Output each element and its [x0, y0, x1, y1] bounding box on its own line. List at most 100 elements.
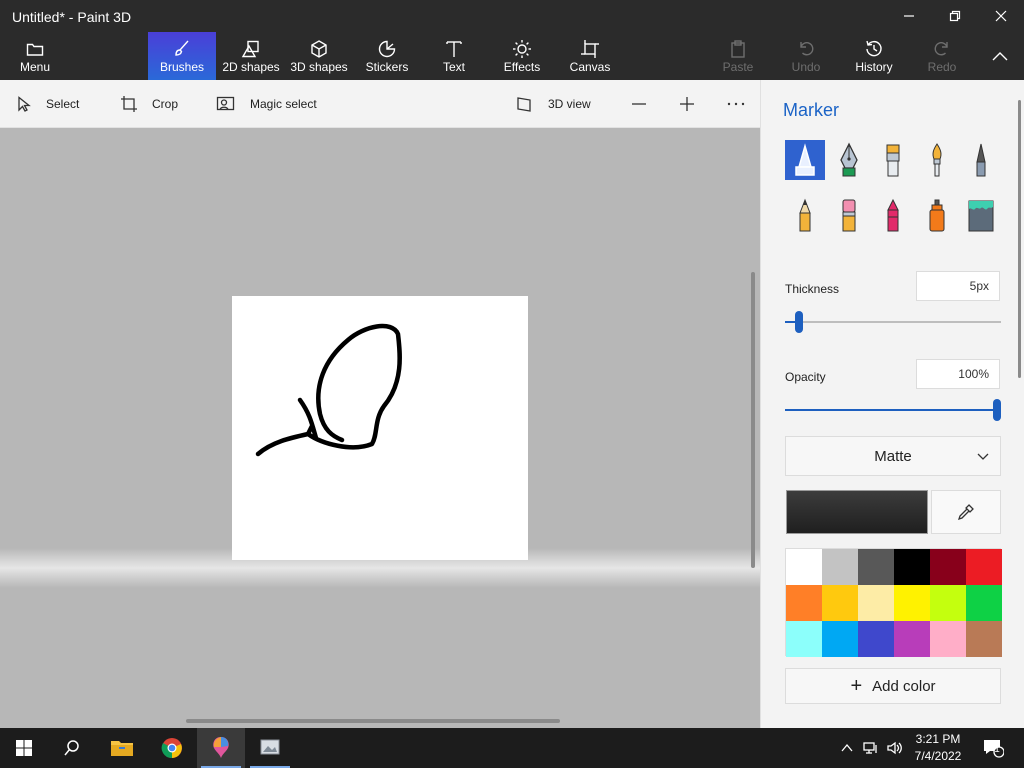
palette-swatch[interactable]: [894, 585, 930, 621]
photos-icon: [260, 739, 280, 755]
palette-swatch[interactable]: [858, 585, 894, 621]
palette-swatch[interactable]: [786, 549, 822, 585]
palette-swatch[interactable]: [822, 549, 858, 585]
palette-swatch[interactable]: [930, 621, 966, 657]
palette-swatch[interactable]: [966, 621, 1002, 657]
brush-watercolor[interactable]: [917, 140, 957, 180]
magic-select-button[interactable]: Magic select: [216, 80, 317, 128]
action-center-button[interactable]: 1: [978, 728, 1008, 768]
collapse-ribbon-button[interactable]: [980, 32, 1020, 80]
tab-effects[interactable]: Effects: [494, 32, 550, 80]
brush-calligraphy-pen[interactable]: [829, 140, 869, 180]
calligraphy-pen-icon: [840, 142, 858, 177]
volume-button[interactable]: [884, 728, 906, 768]
minimize-button[interactable]: [886, 0, 932, 32]
palette-swatch[interactable]: [786, 585, 822, 621]
magic-select-label: Magic select: [250, 97, 317, 111]
brush-marker[interactable]: [785, 140, 825, 180]
finish-selected: Matte: [874, 447, 912, 465]
color-palette: [785, 548, 1002, 657]
paste-label: Paste: [722, 60, 754, 74]
close-button[interactable]: [978, 0, 1024, 32]
opacity-slider-thumb[interactable]: [993, 399, 1001, 421]
palette-swatch[interactable]: [930, 549, 966, 585]
tab-brushes-label: Brushes: [159, 60, 205, 74]
select-button[interactable]: Select: [16, 80, 79, 128]
brush-spray-can[interactable]: [917, 196, 957, 236]
zoom-in-button[interactable]: [678, 80, 696, 128]
brush-fill[interactable]: [961, 196, 1001, 236]
palette-swatch[interactable]: [966, 549, 1002, 585]
tab-canvas[interactable]: Canvas: [562, 32, 618, 80]
paint3d-taskbar-button[interactable]: [197, 728, 245, 768]
menu-button[interactable]: Menu: [8, 32, 62, 80]
paint3d-icon: [213, 737, 229, 758]
tab-stickers[interactable]: Stickers: [356, 32, 418, 80]
add-color-button[interactable]: + Add color: [785, 668, 1001, 704]
palette-swatch[interactable]: [822, 585, 858, 621]
brush-crayon[interactable]: [873, 196, 913, 236]
restore-button[interactable]: [932, 0, 978, 32]
brush-panel: Marker Thickness 5px Opacity 100% Matte …: [760, 80, 1024, 728]
close-icon: [995, 10, 1007, 22]
vertical-scrollbar[interactable]: [751, 272, 755, 568]
finish-dropdown[interactable]: Matte: [785, 436, 1001, 476]
history-button[interactable]: History: [846, 32, 902, 80]
pixel-pen-icon: [976, 143, 986, 177]
thickness-slider-track[interactable]: [785, 321, 1001, 323]
clock[interactable]: 3:21 PM 7/4/2022: [906, 731, 970, 765]
3d-cube-icon: [311, 40, 327, 58]
palette-swatch[interactable]: [930, 585, 966, 621]
crop-icon: [121, 96, 137, 112]
menu-label: Menu: [19, 60, 51, 74]
palette-swatch[interactable]: [858, 549, 894, 585]
crop-button[interactable]: Crop: [120, 80, 178, 128]
eyedropper-button[interactable]: [931, 490, 1001, 534]
brush-pixel-pen[interactable]: [961, 140, 1001, 180]
thickness-input[interactable]: 5px: [916, 271, 1000, 301]
crop-label: Crop: [152, 97, 179, 111]
redo-button[interactable]: Redo: [916, 32, 968, 80]
palette-swatch[interactable]: [822, 621, 858, 657]
tab-2d-shapes[interactable]: 2D shapes: [218, 32, 284, 80]
tab-3d-shapes[interactable]: 3D shapes: [286, 32, 352, 80]
opacity-input[interactable]: 100%: [916, 359, 1000, 389]
history-label: History: [855, 60, 893, 74]
zoom-out-button[interactable]: [630, 80, 648, 128]
eraser-icon: [842, 199, 856, 232]
brush-oil[interactable]: [873, 140, 913, 180]
chevron-down-icon: [977, 453, 989, 460]
brush-pencil[interactable]: [785, 196, 825, 236]
show-hidden-icons-button[interactable]: [836, 728, 858, 768]
chrome-button[interactable]: [148, 728, 196, 768]
photos-taskbar-button[interactable]: [246, 728, 294, 768]
thickness-slider-thumb[interactable]: [795, 311, 803, 333]
current-color-swatch[interactable]: [786, 490, 928, 534]
tab-text[interactable]: Text: [424, 32, 484, 80]
brush-eraser[interactable]: [829, 196, 869, 236]
drawing-canvas[interactable]: [232, 296, 528, 560]
paste-button[interactable]: Paste: [712, 32, 764, 80]
palette-swatch[interactable]: [894, 549, 930, 585]
title-bar: Untitled* - Paint 3D Menu Brushes 2D sha…: [0, 0, 1024, 80]
minus-icon: [632, 103, 646, 105]
palette-swatch[interactable]: [858, 621, 894, 657]
search-button[interactable]: [48, 728, 96, 768]
network-button[interactable]: [860, 728, 882, 768]
palette-swatch[interactable]: [894, 621, 930, 657]
marker-icon: [795, 143, 815, 176]
start-button[interactable]: [0, 728, 48, 768]
3d-view-button[interactable]: 3D view: [516, 80, 591, 128]
file-explorer-button[interactable]: [98, 728, 146, 768]
more-options-button[interactable]: [726, 80, 746, 128]
network-icon: [863, 742, 877, 754]
palette-swatch[interactable]: [786, 621, 822, 657]
horizontal-scrollbar[interactable]: [186, 719, 560, 723]
magic-select-icon: [216, 96, 235, 111]
palette-swatch[interactable]: [966, 585, 1002, 621]
undo-button[interactable]: Undo: [780, 32, 832, 80]
tab-brushes[interactable]: Brushes: [148, 32, 216, 80]
panel-scrollbar[interactable]: [1018, 100, 1021, 378]
paste-icon: [731, 40, 745, 58]
chrome-icon: [161, 738, 182, 759]
